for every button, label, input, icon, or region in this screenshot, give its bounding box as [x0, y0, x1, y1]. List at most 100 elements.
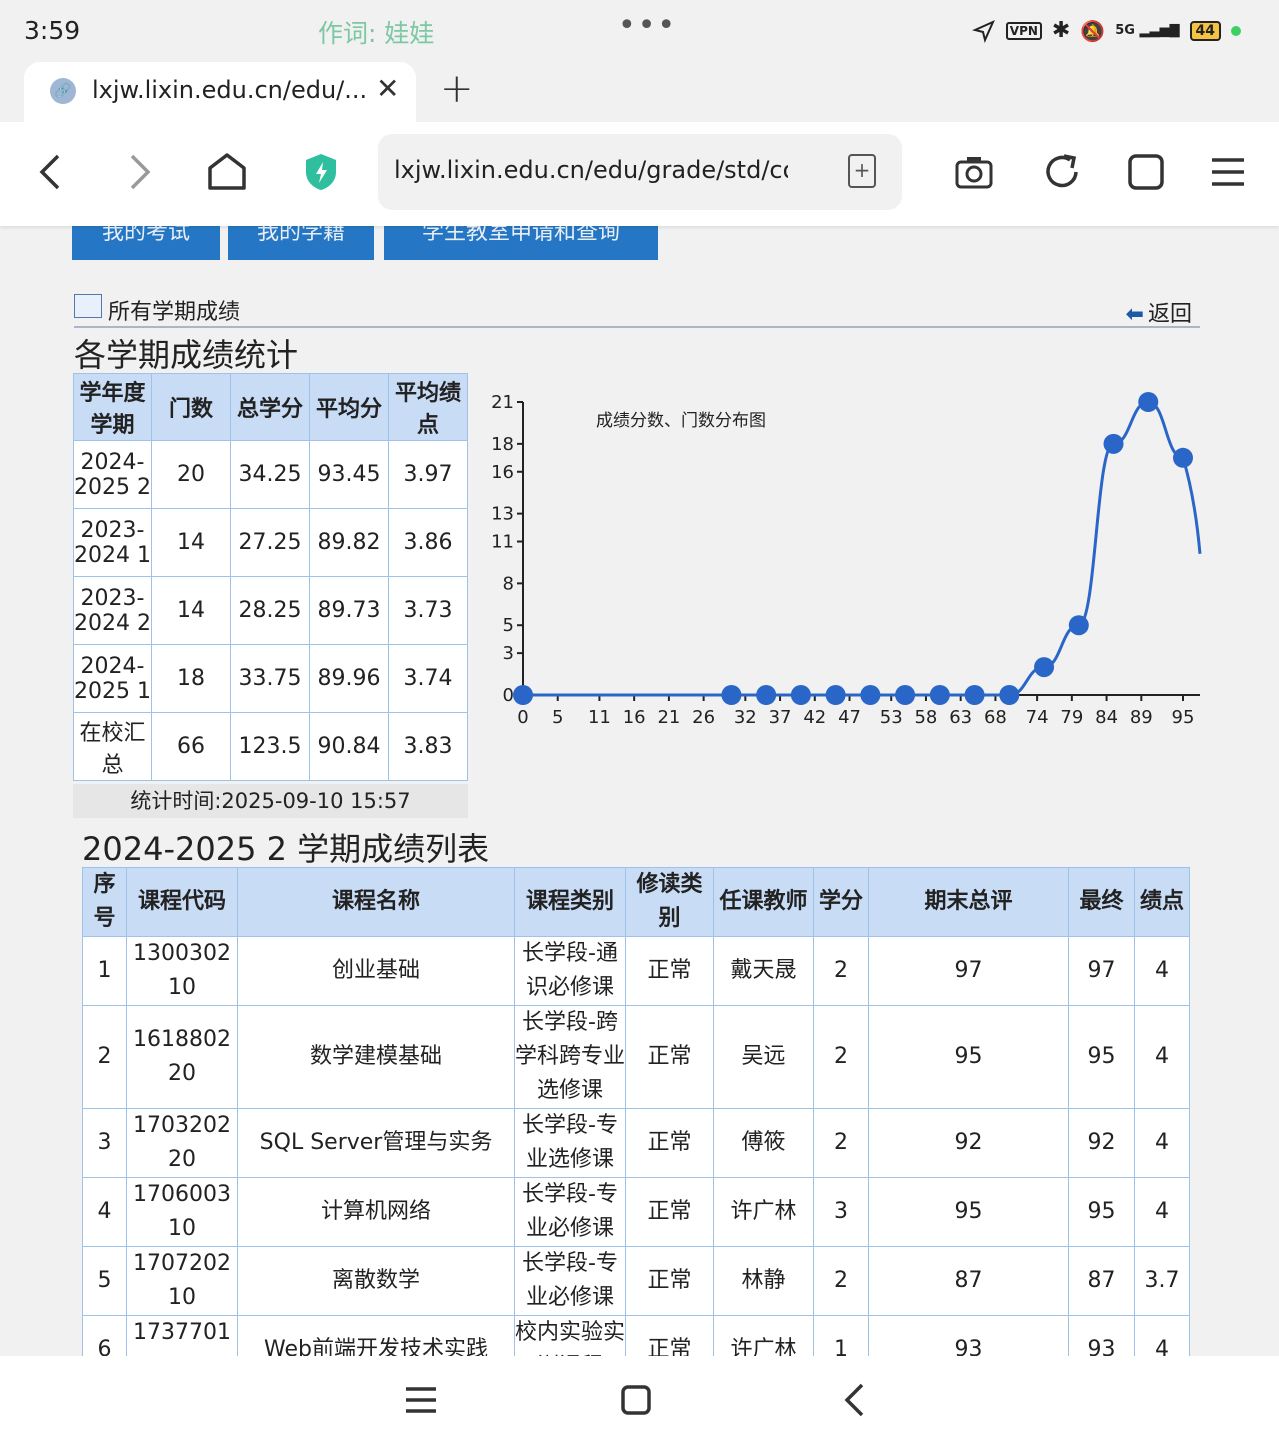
- status-lyric: 作词: 娃娃: [318, 19, 435, 48]
- total-credit-cell: 28.25: [230, 576, 310, 645]
- course-code: 161880220: [126, 1005, 238, 1109]
- chart-point: [721, 685, 742, 705]
- course-count-cell: 14: [151, 508, 231, 577]
- semester-cell: 2024-2025 1: [73, 644, 152, 713]
- signal-icon: 5G ▂▃▅▇: [1115, 23, 1180, 38]
- recent-apps-icon[interactable]: [404, 1386, 438, 1414]
- x-tick-label: 42: [803, 707, 826, 728]
- x-tick-label: 37: [769, 707, 792, 728]
- chart-point: [895, 685, 916, 705]
- teacher: 戴天晟: [713, 936, 814, 1006]
- chart-point: [756, 685, 777, 705]
- credit: 2: [813, 1108, 869, 1178]
- close-tab-icon[interactable]: ✕: [376, 72, 399, 105]
- study-type: 正常: [625, 1177, 714, 1247]
- final-evaluation: 87: [868, 1246, 1069, 1316]
- course-code: 170320220: [126, 1108, 238, 1178]
- column-header: 学分: [813, 867, 869, 937]
- table-row: 1 130030210 创业基础 长学段-通识必修课 正常 戴天晟 2 97 9…: [82, 936, 1190, 1006]
- home-nav-icon[interactable]: [620, 1384, 652, 1416]
- credit: 2: [813, 1005, 869, 1109]
- back-nav-icon[interactable]: [842, 1382, 866, 1418]
- chart-point: [513, 685, 533, 705]
- credit: 3: [813, 1177, 869, 1247]
- course-count-cell: 66: [151, 712, 231, 781]
- study-type: 正常: [625, 1246, 714, 1316]
- table-header-row: 序号 课程代码 课程名称 课程类别 修读类别 任课教师 学分 期末总评 最终 绩…: [82, 867, 1190, 937]
- camera-icon[interactable]: [954, 154, 994, 190]
- nav-button-my-exams[interactable]: 我的考试: [72, 226, 220, 260]
- x-tick-label: 32: [734, 707, 757, 728]
- forward-icon[interactable]: [126, 152, 154, 192]
- semester-cell: 2023-2024 2: [73, 576, 152, 645]
- url-text[interactable]: lxjw.lixin.edu.cn/edu/grade/std/co: [394, 156, 788, 184]
- course-category: 长学段-专业选修课: [514, 1108, 626, 1178]
- link-icon: 🔗: [50, 78, 76, 104]
- battery-icon: 44: [1189, 20, 1221, 41]
- address-bar[interactable]: lxjw.lixin.edu.cn/edu/grade/std/co +: [378, 134, 902, 210]
- chart-point: [790, 685, 811, 705]
- course-name: 计算机网络: [237, 1177, 515, 1247]
- average-score-cell: 89.82: [309, 508, 389, 577]
- location-icon: [971, 19, 995, 43]
- table-row: 2023-2024 2 14 28.25 89.73 3.73: [73, 576, 468, 645]
- final-score: 92: [1068, 1108, 1135, 1178]
- table-row: 5 170720210 离散数学 长学段-专业必修课 正常 林静 2 87 87…: [82, 1246, 1190, 1316]
- nav-button-classroom-request[interactable]: 学生教室申请和查询: [384, 226, 658, 260]
- final-score: 97: [1068, 936, 1135, 1006]
- x-tick-label: 5: [552, 707, 563, 728]
- chart-point: [1068, 615, 1089, 636]
- bluetooth-icon: ✱: [1051, 18, 1071, 43]
- back-arrow-icon: ⬅: [1125, 302, 1144, 327]
- semester-cell: 在校汇总: [73, 712, 152, 781]
- column-header: 课程名称: [237, 867, 515, 937]
- x-tick-label: 47: [838, 707, 861, 728]
- semester-stats-table: 学年度学期 门数 总学分 平均分 平均绩点 2024-2025 2 20 34.…: [73, 373, 468, 781]
- course-category: 长学段-跨学科跨专业选修课: [514, 1005, 626, 1109]
- average-gpa-cell: 3.83: [388, 712, 468, 781]
- final-score: 87: [1068, 1246, 1135, 1316]
- status-icons: VPN ✱ 🔕 5G ▂▃▅▇ 44: [971, 18, 1241, 43]
- status-time: 3:59: [24, 16, 81, 45]
- teacher: 傅筱: [713, 1108, 814, 1178]
- refresh-icon[interactable]: [1042, 152, 1082, 192]
- status-bar: 3:59 作词: 娃娃 ••• VPN ✱ 🔕 5G ▂▃▅▇ 44: [0, 0, 1279, 62]
- study-type: 正常: [625, 1005, 714, 1109]
- course-count-cell: 18: [151, 644, 231, 713]
- menu-icon[interactable]: [1210, 154, 1246, 190]
- x-tick-label: 58: [914, 707, 937, 728]
- table-row: 在校汇总 66 123.5 90.84 3.83: [73, 712, 468, 781]
- shield-icon[interactable]: [304, 152, 338, 192]
- column-header: 平均绩点: [388, 373, 468, 441]
- tabs-icon[interactable]: [1126, 152, 1166, 192]
- table-row: 2023-2024 1 14 27.25 89.82 3.86: [73, 508, 468, 577]
- final-evaluation: 92: [868, 1108, 1069, 1178]
- course-code: 130030210: [126, 936, 238, 1006]
- nav-button-my-status[interactable]: 我的学籍: [228, 226, 374, 260]
- course-name: 创业基础: [237, 936, 515, 1006]
- table-row: 2024-2025 2 20 34.25 93.45 3.97: [73, 440, 468, 509]
- course-name: SQL Server管理与实务: [237, 1108, 515, 1178]
- home-icon[interactable]: [206, 152, 248, 192]
- column-header: 序号: [82, 867, 127, 937]
- section-title: 所有学期成绩: [108, 300, 241, 325]
- back-link-label[interactable]: 返回: [1148, 302, 1192, 327]
- x-tick-label: 63: [949, 707, 972, 728]
- back-icon[interactable]: [36, 152, 64, 192]
- browser-tab[interactable]: 🔗 lxjw.lixin.edu.cn/edu/... ✕: [24, 62, 416, 122]
- column-header: 平均分: [309, 373, 389, 441]
- new-tab-button[interactable]: +: [440, 66, 474, 112]
- x-tick-label: 68: [984, 707, 1007, 728]
- average-score-cell: 89.96: [309, 644, 389, 713]
- total-credit-cell: 34.25: [230, 440, 310, 509]
- browser-toolbar: lxjw.lixin.edu.cn/edu/grade/std/co +: [0, 122, 1279, 226]
- chart-point: [929, 685, 950, 705]
- y-tick-label: 16: [491, 462, 514, 483]
- column-header: 课程代码: [126, 867, 238, 937]
- system-nav-bar: [0, 1356, 1279, 1444]
- chart-point: [860, 685, 881, 705]
- average-score-cell: 89.73: [309, 576, 389, 645]
- back-link[interactable]: ⬅ 返回: [1126, 296, 1192, 328]
- chart-series-line: [523, 400, 1202, 697]
- add-bookmark-icon[interactable]: +: [848, 154, 876, 188]
